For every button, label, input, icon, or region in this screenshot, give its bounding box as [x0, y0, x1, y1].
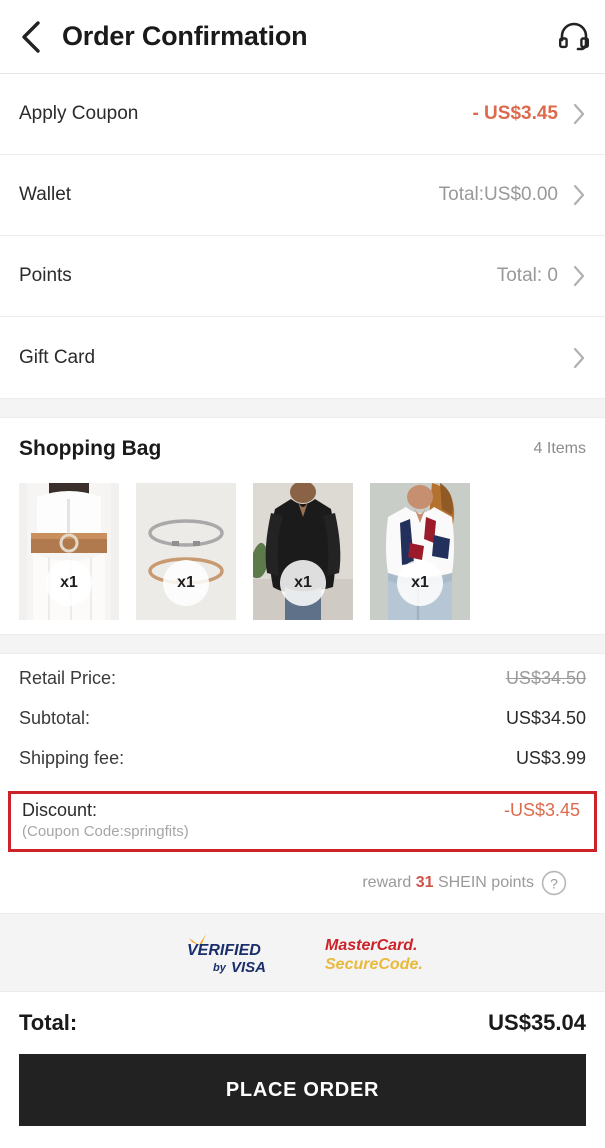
summary-value: US$3.99 [515, 748, 586, 768]
summary-label: Retail Price: [19, 668, 117, 688]
summary-label: Shipping fee: [19, 748, 125, 768]
discount-highlight-box: Discount: -US$3.45 (Coupon Code:springfi… [8, 791, 597, 852]
customer-support-button[interactable] [543, 0, 605, 74]
payment-security-badges: VERIFIED by VISA MasterCard. SecureCode. [0, 913, 605, 992]
svg-text:SecureCode.: SecureCode. [325, 956, 423, 973]
option-row-apply-coupon[interactable]: Apply Coupon - US$3.45 [0, 74, 605, 155]
summary-value: -US$3.45 [503, 800, 580, 820]
option-value: - US$3.45 [472, 103, 558, 124]
chevron-right-icon [573, 347, 585, 368]
svg-text:VERIFIED: VERIFIED [187, 942, 261, 959]
reward-prefix: reward [362, 874, 412, 891]
reward-points-text: reward 31 SHEIN points [362, 874, 534, 892]
svg-text:by: by [213, 962, 227, 974]
option-row-points[interactable]: Points Total: 0 [0, 236, 605, 317]
verified-by-visa-badge: VERIFIED by VISA [187, 933, 266, 976]
svg-text:MasterCard.: MasterCard. [325, 937, 417, 954]
place-order-container: PLACE ORDER [0, 1054, 605, 1126]
option-label: Apply Coupon [19, 103, 139, 124]
shopping-bag-item-count: 4 Items [533, 440, 586, 457]
summary-value: US$34.50 [505, 708, 586, 728]
summary-value: US$34.50 [505, 668, 586, 688]
option-label: Wallet [19, 184, 72, 205]
section-divider-bottom [0, 634, 605, 654]
total-label: Total: [19, 1010, 78, 1035]
chevron-right-icon [573, 265, 585, 287]
coupon-code-note: (Coupon Code:springfits) [22, 823, 189, 840]
place-order-button[interactable]: PLACE ORDER [19, 1054, 586, 1126]
summary-row-discount: Discount: -US$3.45 [22, 800, 580, 821]
option-value: Total: 0 [496, 265, 558, 286]
bag-item-thumbnail[interactable]: x1 [253, 483, 353, 620]
summary-row-shipping-fee: Shipping fee: US$3.99 [19, 748, 586, 788]
chevron-right-icon [573, 184, 585, 206]
option-label: Points [19, 265, 72, 286]
shopping-bag-thumbnails: x1 x1 x1 x1 [0, 480, 605, 634]
bag-item-thumbnail[interactable]: x1 [136, 483, 236, 620]
order-confirmation-screen: Order Confirmation Apply Coupon - US$3.4… [0, 0, 605, 1148]
option-row-gift-card[interactable]: Gift Card [0, 317, 605, 398]
summary-label: Discount: [22, 800, 98, 820]
reward-suffix: SHEIN points [437, 874, 534, 891]
summary-row-subtotal: Subtotal: US$34.50 [19, 708, 586, 748]
payment-options-list: Apply Coupon - US$3.45 Wallet Total:US$0… [0, 74, 605, 398]
summary-label: Subtotal: [19, 708, 91, 728]
shopping-bag-header: Shopping Bag 4 Items [0, 418, 605, 480]
reward-points-line: reward 31 SHEIN points ? [19, 852, 586, 896]
quantity-badge: x1 [46, 560, 92, 606]
price-summary: Retail Price: US$34.50 Subtotal: US$34.5… [0, 654, 605, 896]
back-button[interactable] [0, 0, 62, 74]
summary-row-retail-price: Retail Price: US$34.50 [19, 668, 586, 708]
headset-icon [559, 22, 589, 50]
chevron-right-icon [573, 103, 585, 125]
quantity-badge: x1 [397, 560, 443, 606]
chevron-left-icon [22, 20, 40, 53]
page-title: Order Confirmation [62, 21, 308, 51]
order-total-row: Total: US$35.04 [0, 992, 605, 1054]
mastercard-securecode-badge: MasterCard. SecureCode. [325, 937, 423, 973]
bag-item-thumbnail[interactable]: x1 [370, 483, 470, 620]
app-header: Order Confirmation [0, 0, 605, 74]
quantity-badge: x1 [280, 560, 326, 606]
total-value: US$35.04 [488, 1010, 586, 1035]
bag-item-thumbnail[interactable]: x1 [19, 483, 119, 620]
section-divider-top [0, 398, 605, 418]
option-row-wallet[interactable]: Wallet Total:US$0.00 [0, 155, 605, 236]
option-label: Gift Card [19, 346, 96, 368]
question-mark-circle-icon[interactable]: ? [541, 870, 567, 896]
svg-text:VISA: VISA [231, 959, 266, 976]
shopping-bag-title: Shopping Bag [19, 437, 162, 460]
svg-text:?: ? [550, 875, 558, 891]
reward-points-count: 31 [415, 874, 434, 891]
quantity-badge: x1 [163, 560, 209, 606]
option-value: Total:US$0.00 [438, 184, 558, 205]
